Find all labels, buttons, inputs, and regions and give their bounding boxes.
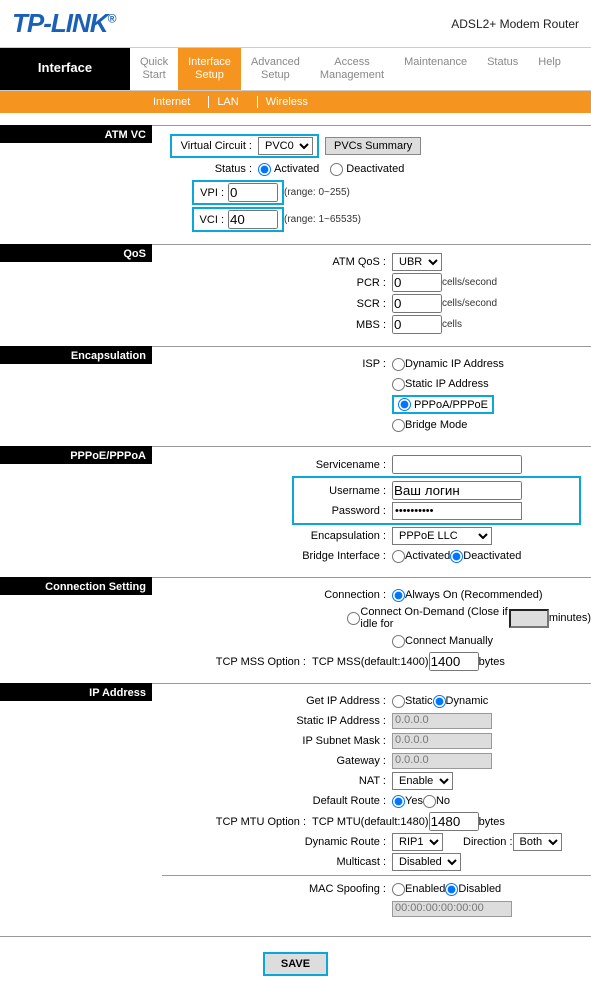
status-activated-radio[interactable]	[258, 163, 271, 176]
header-subtitle: ADSL2+ Modem Router	[451, 17, 579, 31]
direction-label: Direction :	[463, 836, 513, 848]
gateway-label: Gateway :	[152, 755, 392, 767]
section-qos: QoS	[0, 244, 152, 262]
nav-side-label: Interface	[0, 48, 130, 90]
tab-interface-setup[interactable]: Interface Setup	[178, 48, 241, 90]
mtu-input[interactable]	[429, 812, 479, 831]
tab-access-management[interactable]: Access Management	[310, 48, 394, 90]
conn-always-radio[interactable]	[392, 589, 405, 602]
username-label: Username :	[298, 485, 392, 497]
encap-select[interactable]: PPPoE LLC	[392, 527, 492, 545]
bridge-deactivated-radio[interactable]	[450, 550, 463, 563]
macspoof-label: MAC Spoofing :	[152, 883, 392, 895]
vc-select[interactable]: PVC0	[258, 137, 313, 155]
logo: TP-LINK®	[12, 8, 115, 39]
pcr-input[interactable]	[392, 273, 442, 292]
bridge-activated-radio[interactable]	[392, 550, 405, 563]
getip-static-radio[interactable]	[392, 695, 405, 708]
vpi-label: VPI :	[198, 187, 228, 199]
staticip-label: Static IP Address :	[152, 715, 392, 727]
mac-field: 00:00:00:00:00:00	[392, 901, 512, 917]
save-button[interactable]: SAVE	[263, 952, 328, 976]
username-input[interactable]	[392, 481, 522, 500]
tab-status[interactable]: Status	[477, 48, 528, 90]
vc-label: Virtual Circuit :	[176, 140, 258, 152]
status-label: Status :	[152, 163, 258, 175]
atmqos-label: ATM QoS :	[152, 256, 392, 268]
scr-label: SCR :	[152, 298, 392, 310]
direction-select[interactable]: Both	[513, 833, 562, 851]
dynroute-label: Dynamic Route :	[152, 836, 392, 848]
tab-maintenance[interactable]: Maintenance	[394, 48, 477, 90]
servicename-input[interactable]	[392, 455, 522, 474]
section-connection: Connection Setting	[0, 577, 152, 595]
getip-dynamic-radio[interactable]	[433, 695, 446, 708]
staticip-field: 0.0.0.0	[392, 713, 492, 729]
dynroute-select[interactable]: RIP1	[392, 833, 443, 851]
vci-label: VCI :	[198, 214, 228, 226]
vci-hint: (range: 1~65535)	[284, 214, 361, 225]
mbs-label: MBS :	[152, 319, 392, 331]
vpi-input[interactable]	[228, 183, 278, 202]
pcr-label: PCR :	[152, 277, 392, 289]
conn-ondemand-radio[interactable]	[347, 612, 360, 625]
multicast-label: Multicast :	[152, 856, 392, 868]
scr-input[interactable]	[392, 294, 442, 313]
section-pppoe: PPPoE/PPPoA	[0, 446, 152, 464]
encap-label: Encapsulation :	[152, 530, 392, 542]
tab-quick-start[interactable]: Quick Start	[130, 48, 178, 90]
getip-label: Get IP Address :	[152, 695, 392, 707]
subnet-label: IP Subnet Mask :	[152, 735, 392, 747]
mtu-label: TCP MTU Option :	[152, 816, 312, 828]
multicast-select[interactable]: Disabled	[392, 853, 461, 871]
idle-minutes-input[interactable]	[509, 609, 549, 628]
servicename-label: Servicename :	[152, 459, 392, 471]
mbs-input[interactable]	[392, 315, 442, 334]
connection-label: Connection :	[152, 589, 392, 601]
isp-static-radio[interactable]	[392, 378, 405, 391]
password-label: Password :	[298, 505, 392, 517]
route-yes-radio[interactable]	[392, 795, 405, 808]
vci-input[interactable]	[228, 210, 278, 229]
mac-disabled-radio[interactable]	[445, 883, 458, 896]
section-atm-vc: ATM VC	[0, 125, 152, 143]
conn-manual-radio[interactable]	[392, 635, 405, 648]
isp-dynamic-radio[interactable]	[392, 358, 405, 371]
vpi-hint: (range: 0~255)	[284, 187, 350, 198]
isp-pppoe-radio[interactable]	[398, 398, 411, 411]
bridge-label: Bridge Interface :	[152, 550, 392, 562]
mss-label: TCP MSS Option :	[152, 656, 312, 668]
sub-nav: Internet LAN Wireless	[0, 91, 591, 113]
atmqos-select[interactable]: UBR	[392, 253, 442, 271]
mss-input[interactable]	[429, 652, 479, 671]
gateway-field: 0.0.0.0	[392, 753, 492, 769]
isp-label: ISP :	[152, 358, 392, 370]
pvcs-summary-button[interactable]: PVCs Summary	[325, 137, 421, 155]
isp-bridge-radio[interactable]	[392, 419, 405, 432]
subnet-field: 0.0.0.0	[392, 733, 492, 749]
tab-advanced-setup[interactable]: Advanced Setup	[241, 48, 310, 90]
route-label: Default Route :	[152, 795, 392, 807]
header: TP-LINK® ADSL2+ Modem Router	[0, 0, 591, 48]
status-deactivated-radio[interactable]	[330, 163, 343, 176]
nat-label: NAT :	[152, 775, 392, 787]
subnav-wireless[interactable]: Wireless	[258, 96, 316, 108]
section-encapsulation: Encapsulation	[0, 346, 152, 364]
main-nav: Interface Quick Start Interface Setup Ad…	[0, 48, 591, 91]
subnav-internet[interactable]: Internet	[145, 96, 198, 108]
password-input[interactable]	[392, 502, 522, 520]
mac-enabled-radio[interactable]	[392, 883, 405, 896]
nat-select[interactable]: Enable	[392, 772, 453, 790]
route-no-radio[interactable]	[423, 795, 436, 808]
subnav-lan[interactable]: LAN	[209, 96, 246, 108]
section-ip: IP Address	[0, 683, 152, 701]
tab-help[interactable]: Help	[528, 48, 571, 90]
